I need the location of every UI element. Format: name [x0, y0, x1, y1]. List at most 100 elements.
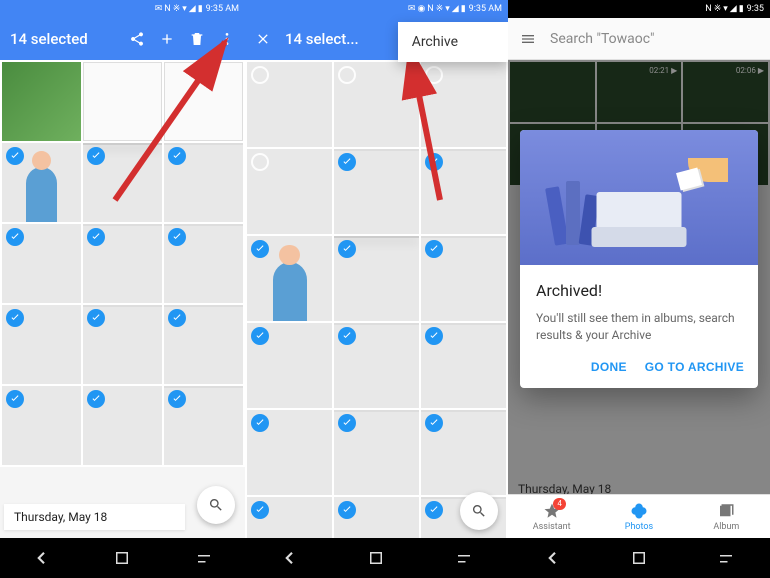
home-icon[interactable]	[717, 549, 735, 567]
unchecked-ring	[251, 66, 269, 84]
close-icon[interactable]	[255, 31, 271, 47]
system-nav-bar	[0, 538, 245, 578]
photo-thumb[interactable]	[334, 236, 419, 321]
status-time: 9:35 AM	[206, 4, 239, 14]
photo-thumb[interactable]	[247, 149, 332, 234]
signal-icon: ◢	[189, 4, 196, 14]
overflow-menu: Archive	[398, 22, 508, 62]
check-icon	[6, 228, 24, 246]
check-icon	[251, 414, 269, 432]
photo-thumb[interactable]	[164, 224, 243, 303]
check-icon	[168, 390, 186, 408]
check-icon	[87, 228, 105, 246]
check-icon	[6, 147, 24, 165]
check-icon	[87, 390, 105, 408]
mail-icon: ✉	[408, 4, 416, 14]
unchecked-ring	[425, 66, 443, 84]
check-icon	[425, 414, 443, 432]
magnifier-icon	[471, 503, 487, 519]
photo-thumb[interactable]	[334, 323, 419, 408]
search-bar[interactable]: Search "Towaoc"	[508, 18, 770, 60]
selection-count: 14 selected	[10, 30, 115, 48]
home-icon[interactable]	[455, 549, 473, 567]
check-icon	[168, 309, 186, 327]
overflow-menu-icon[interactable]	[219, 31, 235, 47]
check-icon	[338, 327, 356, 345]
go-to-archive-button[interactable]: GO TO ARCHIVE	[645, 360, 744, 374]
check-icon	[87, 309, 105, 327]
unchecked-ring	[338, 66, 356, 84]
tab-label: Photos	[625, 522, 653, 532]
photo-thumb[interactable]	[421, 410, 506, 495]
photo-thumb[interactable]	[164, 305, 243, 384]
photos-icon	[630, 502, 648, 520]
check-icon	[168, 228, 186, 246]
photo-icon: ◉	[417, 4, 425, 14]
photo-thumb[interactable]	[2, 143, 81, 222]
photo-thumb[interactable]	[164, 143, 243, 222]
photo-thumb[interactable]	[334, 410, 419, 495]
recents-icon[interactable]	[367, 549, 385, 567]
photo-thumb[interactable]	[83, 386, 162, 465]
photo-thumb[interactable]	[247, 323, 332, 408]
delete-icon[interactable]	[189, 31, 205, 47]
back-icon[interactable]	[32, 549, 50, 567]
add-icon[interactable]	[159, 31, 175, 47]
share-icon[interactable]	[129, 31, 145, 47]
bluetooth-icon: ※	[714, 4, 722, 14]
photo-thumb[interactable]	[83, 224, 162, 303]
date-label: Thursday, May 18	[4, 504, 185, 530]
check-icon	[338, 153, 356, 171]
photo-thumb[interactable]	[83, 62, 162, 141]
photo-thumb[interactable]	[2, 62, 81, 141]
photo-thumb[interactable]	[83, 143, 162, 222]
photo-thumb[interactable]	[421, 149, 506, 234]
albums-icon	[717, 502, 735, 520]
signal-icon: ◢	[730, 4, 737, 14]
signal-icon: ◢	[452, 4, 459, 14]
tab-albums[interactable]: Album	[683, 495, 770, 538]
archive-dialog: Archived! You'll still see them in album…	[520, 130, 758, 388]
wifi-icon: ▾	[723, 4, 728, 14]
app-bar: 14 selected	[0, 18, 245, 60]
recents-icon[interactable]	[630, 549, 648, 567]
nfc-icon: N	[164, 4, 170, 14]
done-button[interactable]: DONE	[591, 360, 627, 374]
wifi-icon: ▾	[445, 4, 450, 14]
recents-icon[interactable]	[113, 549, 131, 567]
back-icon[interactable]	[280, 549, 298, 567]
photo-thumb[interactable]	[2, 305, 81, 384]
mail-icon: ✉	[155, 4, 163, 14]
menu-icon[interactable]	[520, 31, 536, 47]
back-icon[interactable]	[543, 549, 561, 567]
photo-thumb[interactable]	[421, 62, 506, 147]
photo-thumb[interactable]	[247, 62, 332, 147]
tab-photos[interactable]: Photos	[595, 495, 682, 538]
battery-icon: ▮	[198, 4, 203, 14]
magnifier-icon	[208, 497, 224, 513]
check-icon	[425, 153, 443, 171]
zoom-fab[interactable]	[460, 492, 498, 530]
photo-thumb[interactable]	[2, 386, 81, 465]
home-icon[interactable]	[195, 549, 213, 567]
photo-thumb[interactable]	[164, 386, 243, 465]
photo-thumb[interactable]	[247, 410, 332, 495]
status-time: 9:35 AM	[469, 4, 502, 14]
check-icon	[6, 309, 24, 327]
menu-item-archive[interactable]: Archive	[412, 34, 458, 50]
check-icon	[168, 147, 186, 165]
photo-thumb[interactable]	[421, 236, 506, 321]
photo-thumb[interactable]	[247, 236, 332, 321]
zoom-fab[interactable]	[197, 486, 235, 524]
photo-grid[interactable]	[0, 60, 245, 467]
photo-thumb[interactable]	[334, 62, 419, 147]
phone-panel-3: N ※ ▾ ◢ ▮ 9:35 Search "Towaoc" 02:21 ▶ 0…	[508, 0, 770, 578]
photo-thumb[interactable]	[83, 305, 162, 384]
photo-thumb[interactable]	[2, 224, 81, 303]
check-icon	[251, 240, 269, 258]
search-placeholder: Search "Towaoc"	[550, 31, 654, 47]
photo-thumb[interactable]	[421, 323, 506, 408]
photo-thumb[interactable]	[334, 149, 419, 234]
tab-assistant[interactable]: 4 Assistant	[508, 495, 595, 538]
photo-thumb[interactable]	[164, 62, 243, 141]
